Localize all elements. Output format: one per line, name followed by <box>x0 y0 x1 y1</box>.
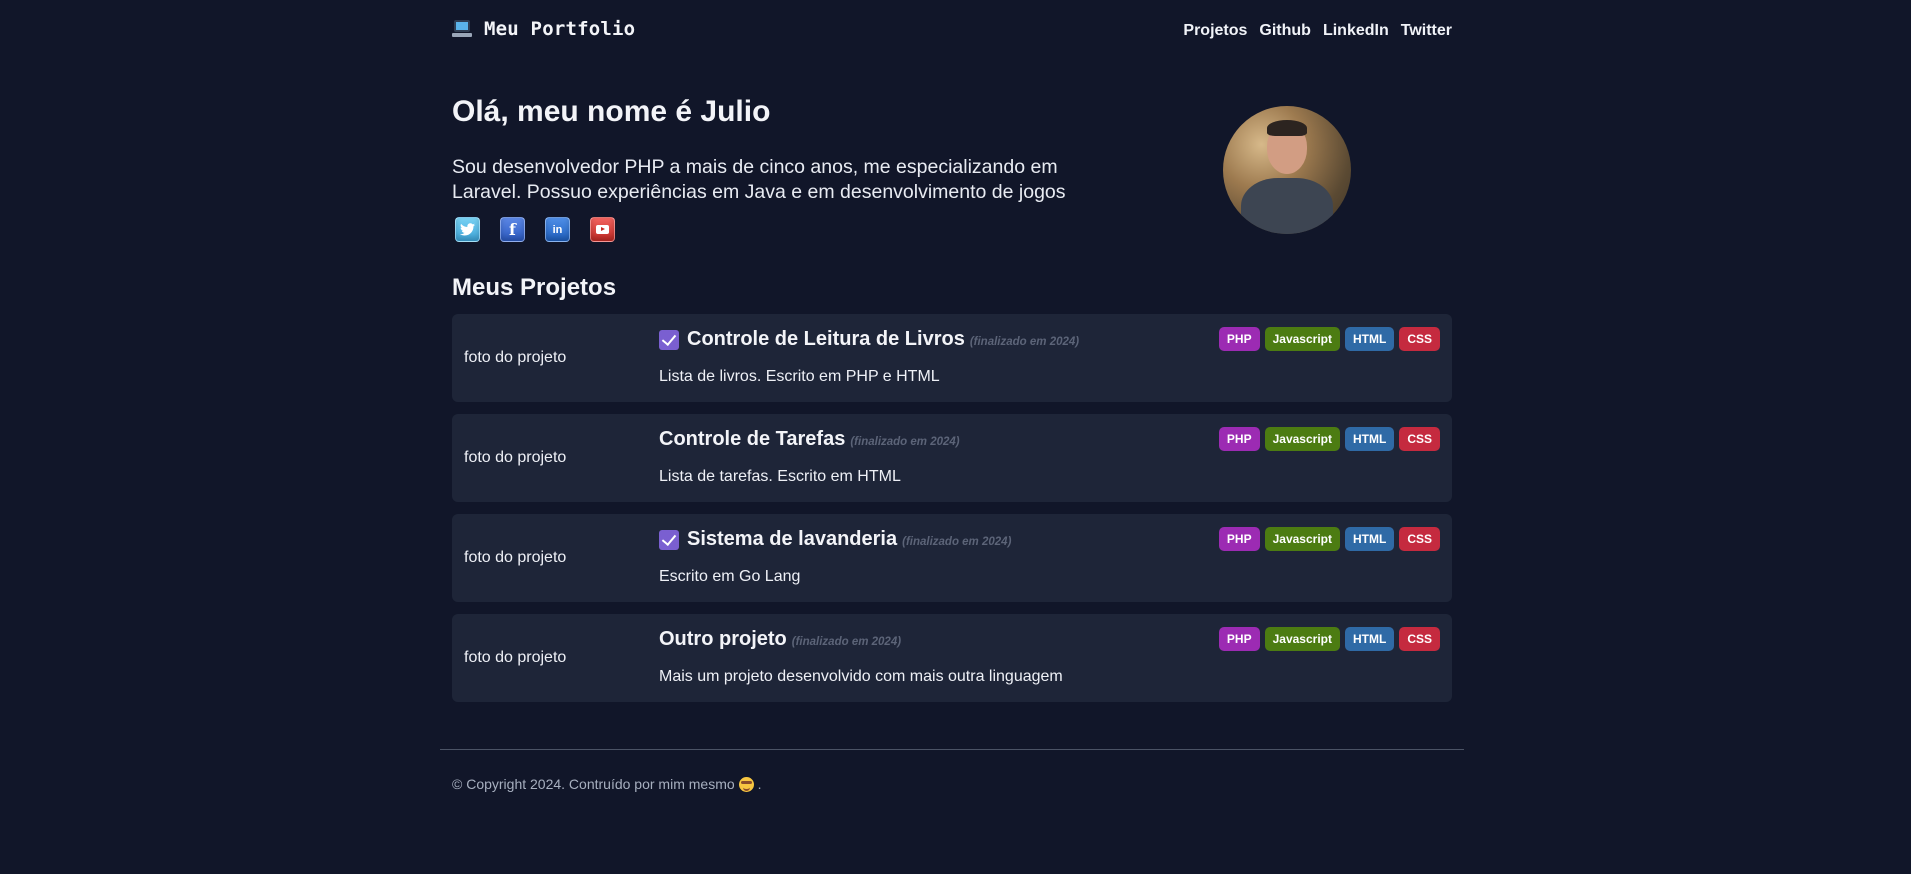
project-tags: PHP Javascript HTML CSS <box>1218 327 1440 351</box>
footer-text: © Copyright 2024. Contruído por mim mesm… <box>452 776 735 792</box>
tag-css: CSS <box>1399 527 1440 551</box>
smiling-face-icon <box>738 776 754 792</box>
linkedin-icon[interactable]: in <box>545 217 570 242</box>
project-header: Controle de Leitura de Livros (finalizado… <box>659 328 1079 351</box>
projects-title: Meus Projetos <box>452 274 617 301</box>
twitter-icon[interactable] <box>455 217 480 242</box>
checkbox-checked-icon[interactable] <box>659 329 679 350</box>
project-photo-placeholder: foto do projeto <box>464 349 567 366</box>
tag-javascript: Javascript <box>1264 327 1340 351</box>
project-photo-placeholder: foto do projeto <box>464 449 567 466</box>
project-title[interactable]: Controle de Leitura de Livros <box>687 328 965 351</box>
project-card[interactable]: foto do projeto Outro projeto (finalizado … <box>452 614 1452 702</box>
header: Meu Portfolio Projetos Github LinkedIn T… <box>452 18 1452 46</box>
nav-link-github[interactable]: Github <box>1259 22 1311 40</box>
footer: © Copyright 2024. Contruído por mim mesm… <box>452 776 762 792</box>
hero-description: Sou desenvolvedor PHP a mais de cinco an… <box>452 156 1066 203</box>
profile-photo <box>1223 106 1351 234</box>
laptop-icon <box>452 19 472 39</box>
nav-link-linkedin[interactable]: LinkedIn <box>1323 22 1389 40</box>
tag-css: CSS <box>1399 327 1440 351</box>
project-description: Mais um projeto desenvolvido com mais ou… <box>659 668 1063 685</box>
projects-list: foto do projeto Controle de Leitura de Li… <box>452 314 1452 714</box>
brand[interactable]: Meu Portfolio <box>452 18 635 40</box>
project-tags: PHP Javascript HTML CSS <box>1218 427 1440 451</box>
tag-javascript: Javascript <box>1264 627 1340 651</box>
youtube-icon[interactable] <box>590 217 615 242</box>
project-status: (finalizado em 2024) <box>850 436 960 448</box>
project-tags: PHP Javascript HTML CSS <box>1218 627 1440 651</box>
project-description: Escrito em Go Lang <box>659 568 801 585</box>
nav-link-projetos[interactable]: Projetos <box>1183 22 1247 40</box>
nav-link-twitter[interactable]: Twitter <box>1401 22 1452 40</box>
hero-title: Olá, meu nome é Julio <box>452 95 771 128</box>
tag-html: HTML <box>1344 427 1395 451</box>
footer-divider <box>440 749 1464 750</box>
project-card[interactable]: foto do projeto Controle de Tarefas (final… <box>452 414 1452 502</box>
project-card[interactable]: foto do projeto Controle de Leitura de Li… <box>452 314 1452 402</box>
social-links: f in <box>455 217 615 242</box>
project-status: (finalizado em 2024) <box>969 336 1080 348</box>
project-photo-placeholder: foto do projeto <box>464 649 567 666</box>
project-title[interactable]: Sistema de lavanderia <box>687 528 897 551</box>
tag-php: PHP <box>1218 427 1260 451</box>
facebook-icon[interactable]: f <box>500 217 525 242</box>
project-status: (finalizado em 2024) <box>791 636 902 648</box>
project-photo-placeholder: foto do projeto <box>464 549 567 566</box>
checkbox-checked-icon[interactable] <box>659 529 679 550</box>
project-header: Sistema de lavanderia (finalizado em 2024… <box>659 528 1011 551</box>
brand-title: Meu Portfolio <box>484 18 636 40</box>
tag-php: PHP <box>1218 527 1260 551</box>
project-description: Lista de livros. Escrito em PHP e HTML <box>659 368 940 385</box>
project-header: Controle de Tarefas (finalizado em 2024) <box>659 428 960 451</box>
tag-html: HTML <box>1344 627 1395 651</box>
project-title[interactable]: Outro projeto <box>659 628 787 651</box>
footer-suffix: . <box>757 776 762 792</box>
page: Meu Portfolio Projetos Github LinkedIn T… <box>0 0 1911 874</box>
project-status: (finalizado em 2024) <box>902 536 1012 548</box>
project-tags: PHP Javascript HTML CSS <box>1218 527 1440 551</box>
tag-css: CSS <box>1399 627 1440 651</box>
tag-javascript: Javascript <box>1264 527 1340 551</box>
project-title[interactable]: Controle de Tarefas <box>659 428 845 451</box>
tag-php: PHP <box>1218 327 1260 351</box>
tag-php: PHP <box>1218 627 1260 651</box>
tag-css: CSS <box>1399 427 1440 451</box>
tag-javascript: Javascript <box>1264 427 1340 451</box>
tag-html: HTML <box>1344 327 1395 351</box>
top-nav: Projetos Github LinkedIn Twitter <box>1183 22 1452 40</box>
tag-html: HTML <box>1344 527 1395 551</box>
project-description: Lista de tarefas. Escrito em HTML <box>659 468 901 485</box>
project-card[interactable]: foto do projeto Sistema de lavanderia (fin… <box>452 514 1452 602</box>
project-header: Outro projeto (finalizado em 2024) <box>659 628 901 651</box>
